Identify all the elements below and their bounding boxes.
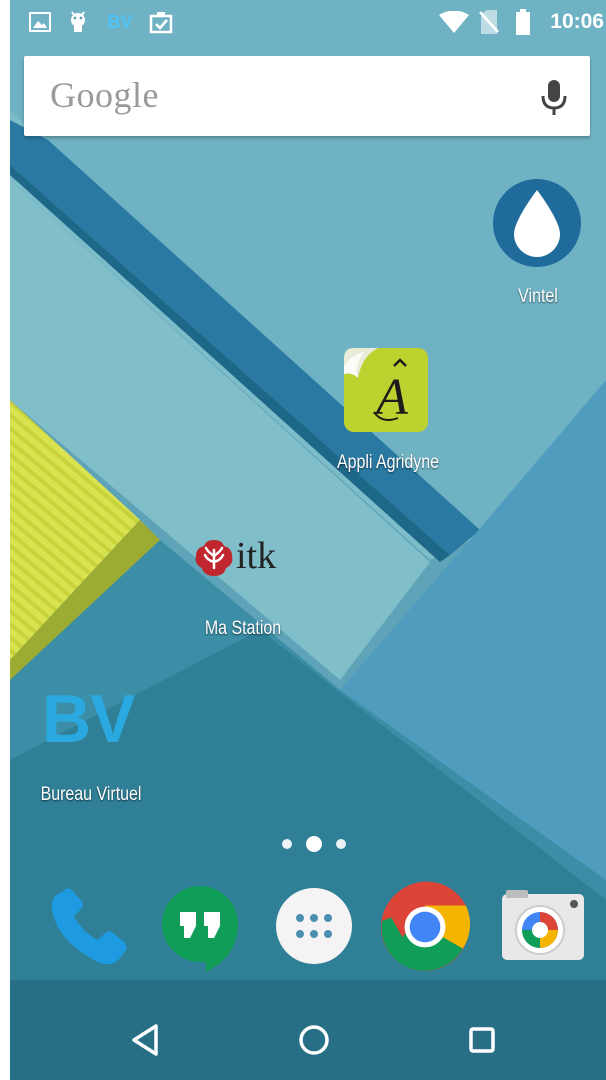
back-icon[interactable] [124, 1018, 168, 1062]
page-indicator [282, 836, 346, 852]
recents-icon[interactable] [460, 1018, 504, 1062]
clipboard-check-icon [148, 8, 174, 36]
bv-icon: BV [107, 11, 133, 32]
chrome-icon[interactable] [378, 880, 472, 974]
google-search-bar[interactable]: Google [24, 56, 590, 136]
app-label: Vintel [518, 286, 558, 307]
battery-icon [514, 8, 532, 36]
page-dot [282, 839, 292, 849]
home-icon[interactable] [292, 1018, 336, 1062]
clock: 10:06 [550, 10, 604, 33]
home-screen: BV 10:06 Google Vintel A Appli Agridyne … [10, 0, 606, 1080]
app-label: Ma Station [204, 618, 282, 639]
android-icon [66, 8, 90, 36]
agridyne-icon: A [344, 348, 428, 432]
camera-icon[interactable] [496, 880, 588, 972]
app-drawer-icon[interactable] [268, 880, 360, 972]
bv-app-icon: BV [42, 681, 135, 757]
app-appli-agridyne[interactable]: A Appli Agridyne [328, 346, 448, 478]
itk-icon: itk [194, 534, 290, 580]
status-bar: BV 10:06 [10, 0, 606, 44]
mic-icon[interactable] [540, 78, 568, 118]
page-dot-current [306, 836, 322, 852]
page-dot [336, 839, 346, 849]
image-icon [28, 8, 52, 36]
water-drop-icon [493, 179, 581, 267]
no-sim-icon [478, 8, 500, 36]
app-vintel[interactable]: Vintel [490, 176, 586, 307]
app-label: Appli Agridyne [336, 452, 440, 473]
app-label: Bureau Virtuel [40, 784, 142, 805]
app-bureau-virtuel[interactable]: BV Bureau Virtuel [28, 676, 154, 808]
hangouts-icon[interactable] [154, 880, 246, 972]
google-logo: Google [50, 75, 159, 115]
app-ma-station[interactable]: itk Ma Station [188, 528, 298, 644]
wifi-icon [438, 8, 470, 36]
phone-icon[interactable] [42, 880, 134, 972]
